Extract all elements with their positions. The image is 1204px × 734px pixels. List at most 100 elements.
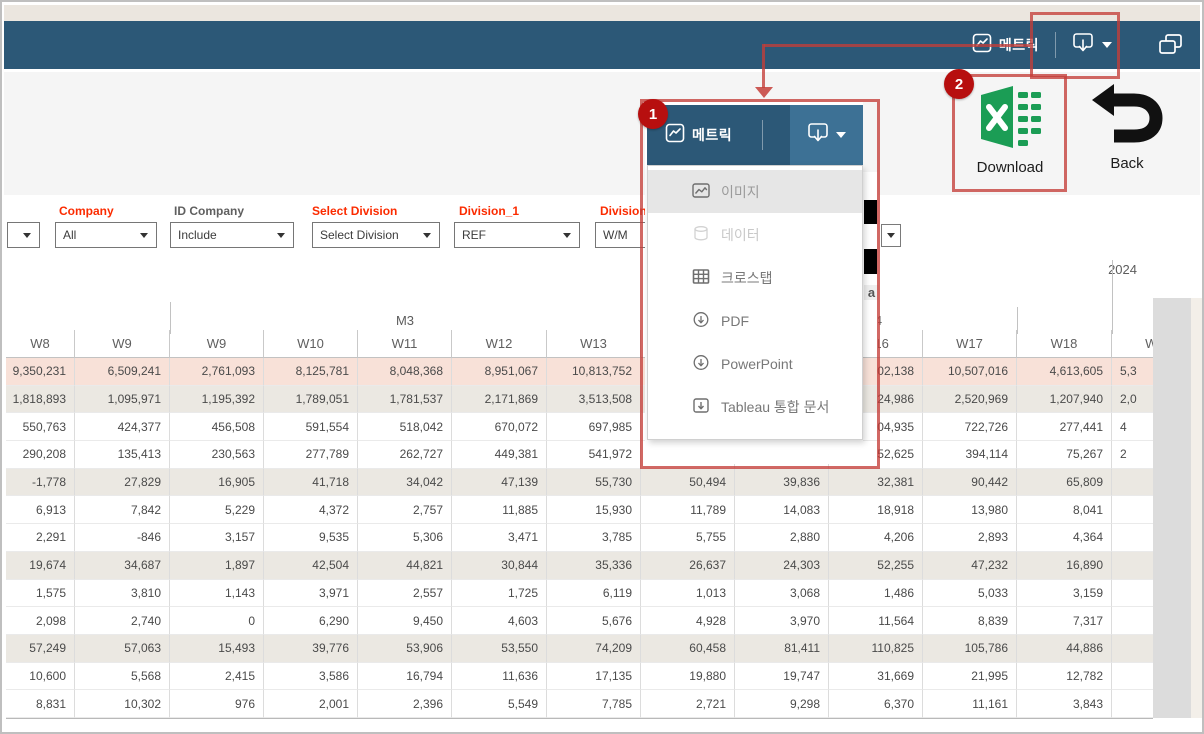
table-cell: 1,486: [829, 579, 923, 608]
table-row: 1,575 3,810 1,143 3,971 2,557 1,725 6,119 1,013…: [6, 579, 1202, 608]
table-cell: 4,364: [1017, 524, 1112, 552]
annotation-connector-line: [762, 44, 765, 88]
table-cell: 5,755: [641, 524, 735, 552]
table-cell: 976: [170, 690, 264, 718]
window-top-strip: [4, 5, 1200, 21]
table-cell: 11,789: [641, 496, 735, 525]
table-cell: 3,843: [1017, 690, 1112, 718]
week-column-header: W9: [75, 330, 170, 358]
table-cell: 2,415: [170, 662, 264, 691]
table-cell: 11,161: [923, 690, 1017, 718]
table-cell: 13,980: [923, 496, 1017, 525]
step-badge-2: 2: [944, 69, 974, 99]
table-cell: 6,290: [264, 607, 358, 635]
table-cell: 30,844: [452, 551, 547, 580]
table-cell: 8,839: [923, 607, 1017, 635]
year-separator-line: [1112, 260, 1113, 334]
dashboard-screenshot: 메트릭 Download Back Company All ID Company…: [0, 0, 1204, 734]
table-cell: 5,549: [452, 690, 547, 718]
table-cell: 1,195,392: [170, 385, 264, 414]
table-cell: 39,776: [264, 634, 358, 663]
chevron-down-icon: [277, 232, 285, 238]
table-cell: 1,818,893: [6, 385, 75, 414]
table-cell: 16,794: [358, 662, 452, 691]
table-cell: 57,249: [6, 634, 75, 663]
fullscreen-button[interactable]: [1158, 33, 1184, 57]
table-row: 290,208 135,413 230,563 277,789 262,727 449,3…: [6, 441, 1202, 469]
week-column-header: W13: [547, 330, 641, 358]
month-header-m3: M3: [395, 313, 415, 328]
occluded-dropdown[interactable]: [881, 224, 901, 247]
table-cell: 19,880: [641, 662, 735, 691]
table-cell: 2,880: [735, 524, 829, 552]
table-row: 57,249 57,063 15,493 39,776 53,906 53,550 74,2…: [6, 634, 1202, 663]
table-cell: 5,229: [170, 496, 264, 525]
table-cell: 277,441: [1017, 413, 1112, 442]
table-cell: 2,557: [358, 579, 452, 608]
table-cell: 10,507,016: [923, 358, 1017, 386]
table-cell: 15,493: [170, 634, 264, 663]
table-cell: 5,306: [358, 524, 452, 552]
table-cell: 3,971: [264, 579, 358, 608]
table-cell: 50,494: [641, 468, 735, 497]
table-cell: 3,513,508: [547, 385, 641, 414]
table-cell: 2,396: [358, 690, 452, 718]
table-cell: 41,718: [264, 468, 358, 497]
table-cell: 3,785: [547, 524, 641, 552]
table-cell: 60,458: [641, 634, 735, 663]
table-cell: 449,381: [452, 441, 547, 469]
table-cell: 1,095,971: [75, 385, 170, 414]
table-cell: 456,508: [170, 413, 264, 442]
table-cell: 55,730: [547, 468, 641, 497]
table-cell: 5,033: [923, 579, 1017, 608]
filter-dropdown-division-1[interactable]: REF: [454, 222, 580, 248]
table-cell: 6,370: [829, 690, 923, 718]
table-cell: 2,721: [641, 690, 735, 718]
vertical-scrollbar[interactable]: [1153, 298, 1191, 718]
filter-label-select-division: Select Division: [312, 204, 398, 218]
table-cell: 57,063: [75, 634, 170, 663]
table-cell: 2,761,093: [170, 358, 264, 386]
table-cell: 53,906: [358, 634, 452, 663]
table-cell: 17,135: [547, 662, 641, 691]
filter-dropdown-select-division[interactable]: Select Division: [312, 222, 440, 248]
table-cell: 3,068: [735, 579, 829, 608]
table-cell: 2,171,869: [452, 385, 547, 414]
table-cell: 44,821: [358, 551, 452, 580]
table-header-row: W8W9W9W10W11W12W13W14W15W16W17W18W19: [6, 330, 1202, 358]
table-cell: 10,813,752: [547, 358, 641, 386]
table-cell: 0: [170, 607, 264, 635]
table-cell: 2,740: [75, 607, 170, 635]
table-cell: 7,785: [547, 690, 641, 718]
table-cell: 230,563: [170, 441, 264, 469]
filter-dropdown-id-company[interactable]: Include: [170, 222, 294, 248]
filter-dropdown-company[interactable]: All: [55, 222, 157, 248]
fullscreen-icon: [1159, 34, 1182, 54]
table-cell: 9,350,231: [6, 358, 75, 386]
table-cell: 44,886: [1017, 634, 1112, 663]
table-cell: 670,072: [452, 413, 547, 442]
table-cell: 8,048,368: [358, 358, 452, 386]
chevron-down-icon: [563, 232, 571, 238]
table-cell: 9,298: [735, 690, 829, 718]
filter-label-company: Company: [59, 204, 114, 218]
filter-dropdown-partial[interactable]: [7, 222, 40, 248]
table-cell: 3,471: [452, 524, 547, 552]
chevron-down-icon: [887, 233, 895, 238]
table-cell: 18,918: [829, 496, 923, 525]
table-cell: 53,550: [452, 634, 547, 663]
chevron-down-icon: [423, 232, 431, 238]
table-cell: 27,829: [75, 468, 170, 497]
table-cell: 11,564: [829, 607, 923, 635]
table-cell: 424,377: [75, 413, 170, 442]
table-cell: 32,381: [829, 468, 923, 497]
table-cell: 39,836: [735, 468, 829, 497]
table-cell: 2,291: [6, 524, 75, 552]
filter-value: REF: [462, 228, 486, 242]
table-cell: 541,972: [547, 441, 641, 469]
table-cell: 518,042: [358, 413, 452, 442]
table-cell: 394,114: [923, 441, 1017, 469]
back-action[interactable]: Back: [1084, 82, 1170, 186]
table-cell: 4,603: [452, 607, 547, 635]
table-cell: 3,970: [735, 607, 829, 635]
